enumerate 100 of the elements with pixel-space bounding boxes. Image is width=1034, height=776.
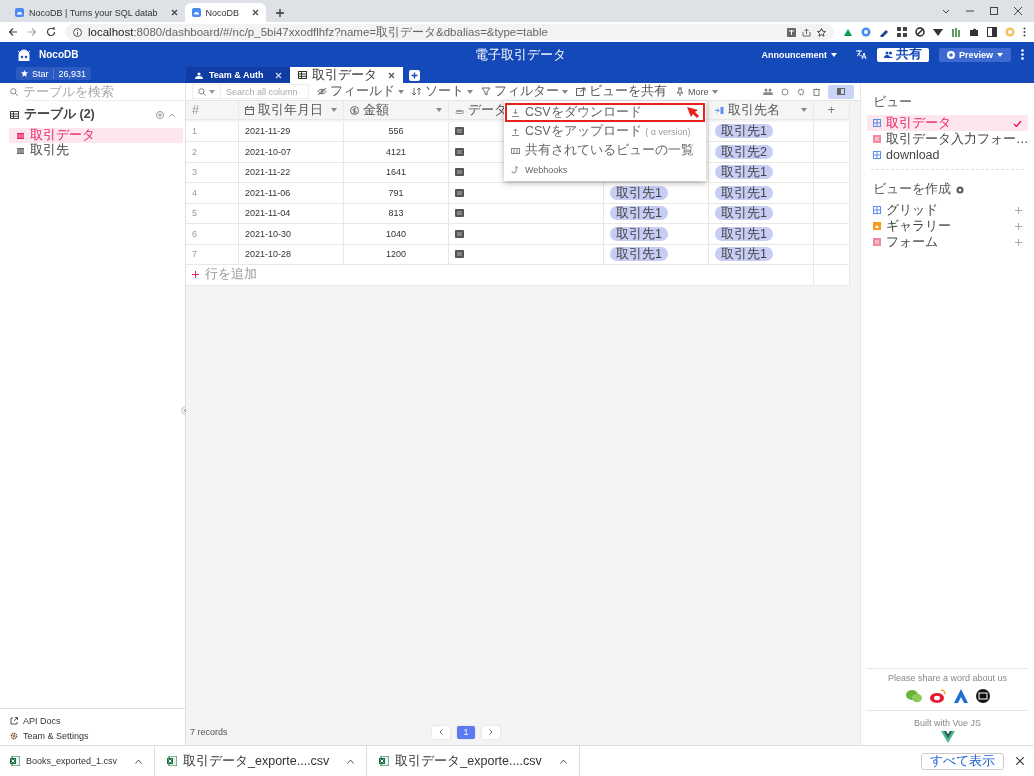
downloaded-file-item[interactable]: 取引データ_exporte....csv — [167, 745, 368, 776]
new-tab-icon[interactable] — [274, 7, 287, 19]
view-item[interactable]: 取引データ入力フォー… — [867, 131, 1028, 147]
section-title: テーブル (2) — [24, 106, 95, 123]
close-icon[interactable] — [1014, 7, 1022, 15]
row-number: 6 — [186, 224, 239, 245]
maximize-icon[interactable] — [990, 7, 998, 15]
chevron-up-icon[interactable] — [135, 758, 143, 764]
table-search-field[interactable]: テーブルを検索 — [23, 83, 184, 101]
logo-icon — [16, 48, 32, 61]
plus-icon — [1015, 222, 1022, 230]
create-view-item[interactable]: フォーム — [867, 234, 1028, 250]
menu-item[interactable]: 共有されているビューの一覧 — [505, 141, 705, 160]
upload-icon — [511, 127, 520, 136]
favicon-icon — [15, 8, 24, 17]
panel-icon — [837, 88, 845, 95]
github-star-badge[interactable]: Star 26,931 — [16, 67, 92, 80]
column-header[interactable]: 金額 — [344, 101, 449, 120]
footer-link[interactable]: Team & Settings — [10, 728, 175, 743]
chevron-up-icon[interactable] — [347, 758, 355, 764]
calendar-icon — [245, 105, 254, 115]
announcement-button[interactable]: Announcement — [761, 49, 837, 60]
table-tab[interactable]: 取引データ — [289, 67, 403, 83]
downloaded-file-item[interactable]: Books_exported_1.csv — [10, 745, 156, 776]
lookup-chip: 取引先1 — [715, 226, 773, 241]
address-field[interactable]: localhost:8080/dashboard/#/nc/p_5bi47xxodflhfz?name=取引データ&dbalias=&type=table — [65, 24, 834, 40]
toolbar-button[interactable]: フィルター — [481, 83, 568, 100]
translate-icon[interactable] — [787, 27, 796, 37]
close-icon[interactable] — [170, 9, 178, 16]
hook-icon — [511, 165, 520, 174]
star-icon — [21, 70, 28, 77]
menu-item[interactable]: CSVをアップロード ( α version) — [505, 122, 705, 141]
column-header[interactable]: 取引年月日 — [239, 101, 344, 120]
footer-link[interactable]: API Docs — [10, 713, 175, 728]
table-cell: 1641 — [344, 162, 449, 183]
extension-icon[interactable] — [897, 27, 907, 37]
plus-icon — [1015, 238, 1022, 246]
file-icon — [455, 229, 464, 238]
search-field[interactable]: Search all column — [221, 84, 309, 99]
reload-icon[interactable] — [46, 27, 56, 37]
caret-icon — [801, 108, 807, 112]
add-column-button[interactable]: + — [814, 101, 850, 120]
back-icon[interactable] — [8, 27, 18, 37]
translate-icon[interactable] — [854, 49, 867, 60]
gear-icon[interactable] — [797, 87, 805, 96]
add-tab-icon[interactable] — [408, 70, 420, 81]
chevron-up-icon[interactable] — [559, 758, 567, 764]
toolbar-button[interactable]: フィールド — [317, 83, 404, 100]
panel-toggle-button[interactable] — [828, 84, 854, 99]
menu-item[interactable]: CSVをダウンロード — [505, 103, 705, 122]
more-vertical-icon[interactable] — [1021, 49, 1024, 60]
more-vertical-icon[interactable] — [1023, 27, 1026, 37]
table-item[interactable]: 取引先 — [9, 143, 183, 158]
chevron-down-icon[interactable] — [942, 8, 950, 14]
toolbar-button[interactable]: ビューを共有 — [576, 83, 667, 100]
caret-icon — [997, 52, 1003, 57]
menu-item[interactable]: Webhooks — [505, 160, 705, 179]
extension-icon[interactable] — [987, 27, 997, 37]
table-cell: 813 — [344, 203, 449, 224]
peak-logo-icon[interactable] — [953, 689, 968, 703]
downloaded-file-item[interactable]: 取引データ_exporte....csv — [379, 745, 580, 776]
table-item[interactable]: 取引データ — [9, 128, 183, 143]
weibo-eye-icon[interactable] — [929, 689, 946, 703]
share-icon[interactable] — [802, 27, 811, 37]
people-icon[interactable] — [763, 88, 773, 95]
create-view-item[interactable]: ギャラリー — [867, 218, 1028, 234]
table-cell: 556 — [344, 121, 449, 142]
pin-icon — [675, 87, 685, 96]
team-icon — [194, 71, 204, 79]
row-number: 5 — [186, 203, 239, 224]
table-tab[interactable]: Team & Auth — [186, 67, 290, 83]
column-header[interactable]: 取引先名 — [709, 101, 814, 120]
toolbar-button[interactable]: More — [675, 86, 718, 97]
close-icon[interactable] — [1016, 757, 1024, 765]
create-view-item[interactable]: グリッド — [867, 202, 1028, 218]
trash-icon[interactable] — [813, 87, 820, 96]
chevron-up-icon[interactable] — [169, 112, 175, 117]
table-cell: 2021-10-30 — [239, 224, 344, 245]
close-icon[interactable] — [387, 71, 395, 79]
close-icon[interactable] — [252, 9, 260, 16]
chat-bubbles-icon[interactable] — [905, 689, 922, 703]
search-column-selector[interactable] — [192, 84, 221, 99]
record-icon — [946, 50, 955, 59]
browser-tab[interactable]: NocoDB | Turns your SQL datab — [8, 3, 185, 22]
extension-icon[interactable] — [969, 27, 979, 37]
view-item[interactable]: download — [867, 147, 1028, 163]
spreadsheet-icon — [10, 756, 20, 766]
caret-icon — [398, 89, 404, 94]
extension-icon[interactable] — [933, 27, 943, 37]
preview-button[interactable]: Preview — [938, 47, 1011, 62]
star-icon[interactable] — [817, 27, 826, 37]
view-item[interactable]: 取引データ — [867, 115, 1028, 131]
toolbar-button[interactable]: ソート — [412, 83, 473, 100]
show-all-button[interactable]: すべて表示 — [921, 752, 1004, 770]
extension-icon[interactable] — [915, 27, 925, 37]
share-icon — [576, 87, 586, 96]
table-cell: 791 — [344, 183, 449, 204]
round-logo-icon[interactable] — [975, 689, 990, 703]
browser-tab[interactable]: NocoDB — [184, 3, 267, 22]
page-button[interactable]: 1 — [457, 725, 475, 739]
